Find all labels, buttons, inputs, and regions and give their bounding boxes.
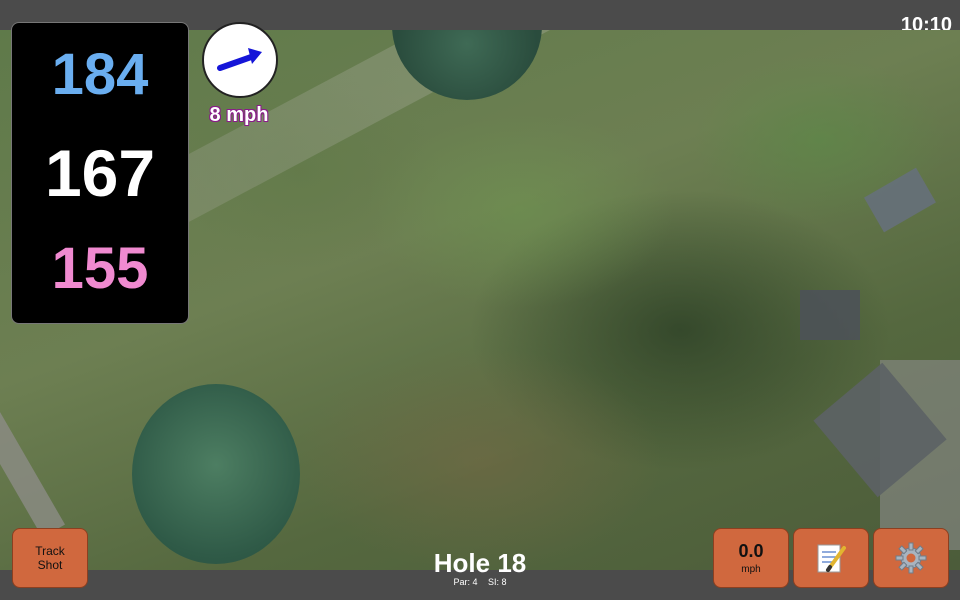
wind-indicator [202,22,278,98]
speed-button[interactable]: 0.0 mph [713,528,789,588]
notes-button[interactable] [793,528,869,588]
notepad-icon [817,544,846,573]
distance-middle: 167 [44,136,156,210]
pond-bottom [132,384,300,564]
gear-icon [895,542,927,574]
hole-par: Par: 4 [453,577,478,587]
speed-unit: mph [741,564,761,575]
distance-back: 184 [51,42,149,107]
distance-front: 155 [51,236,149,301]
track-shot-label-line1: Track [35,544,65,558]
settings-button[interactable] [873,528,949,588]
building [800,290,860,340]
track-shot-button[interactable]: Track Shot [12,528,88,588]
road [0,360,66,538]
distance-panel: 184 167 155 [11,22,189,324]
hole-info: Par: 4 SI: 8 [380,577,580,587]
arrow-right-up-icon [217,48,262,71]
hole-si: SI: 8 [488,577,507,587]
wind-speed: 8 mph [209,104,269,126]
track-shot-label-line2: Shot [37,558,63,572]
building [864,167,936,233]
speed-value: 0.0 [738,541,764,561]
hole-title: Hole 18 [433,548,527,578]
track-shot-label: Track Shot [35,544,65,572]
